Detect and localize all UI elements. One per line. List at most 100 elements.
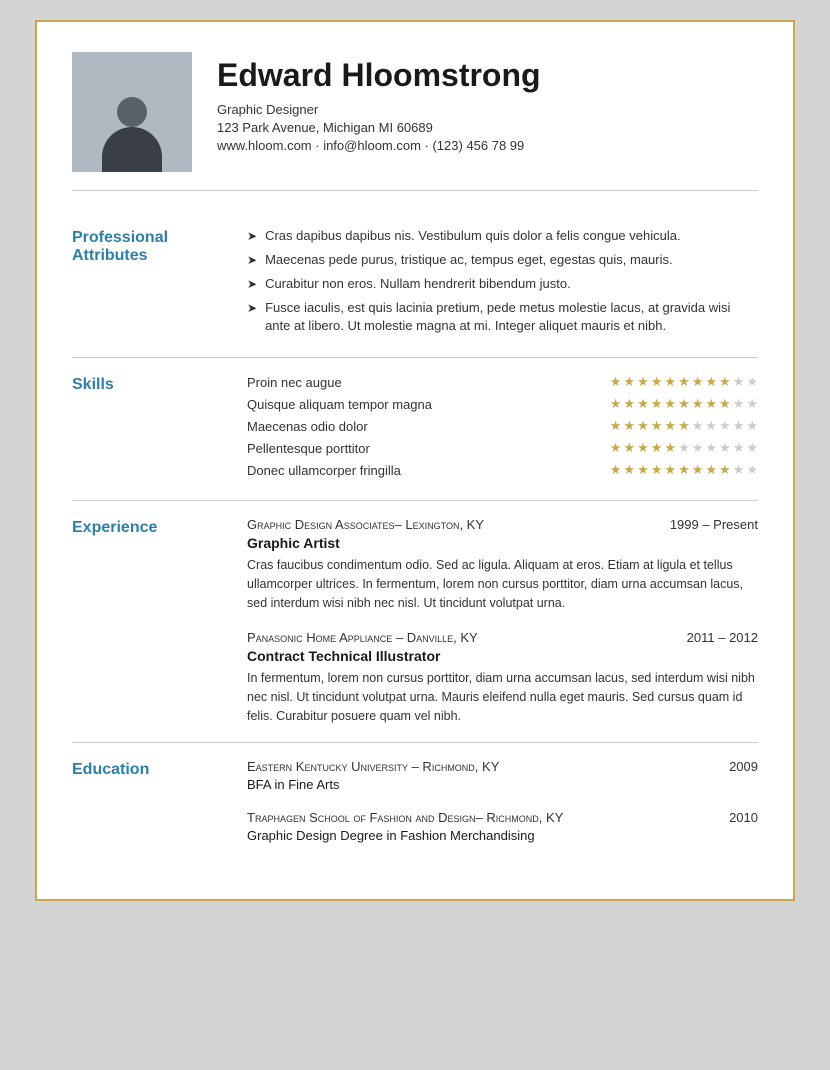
skill-row: Donec ullamcorper fringilla★★★★★★★★★★★: [247, 462, 758, 478]
skills-label: Skills: [72, 374, 227, 484]
empty-star-icon: ★: [733, 462, 745, 478]
candidate-name: Edward Hloomstrong: [217, 57, 758, 94]
skills-content: Proin nec augue★★★★★★★★★★★Quisque aliqua…: [247, 374, 758, 484]
filled-star-icon: ★: [678, 462, 690, 478]
edu-school: Traphagen School of Fashion and Design– …: [247, 810, 563, 825]
education-item: Eastern Kentucky University – Richmond, …: [247, 759, 758, 792]
bullet-icon: ➤: [247, 276, 257, 294]
exp-company: Panasonic Home Appliance – Danville, KY: [247, 630, 478, 645]
filled-star-icon: ★: [705, 374, 717, 390]
attribute-item: ➤Fusce iaculis, est quis lacinia pretium…: [247, 299, 758, 337]
filled-star-icon: ★: [705, 462, 717, 478]
header-section: Edward Hloomstrong Graphic Designer 123 …: [72, 52, 758, 191]
filled-star-icon: ★: [623, 374, 635, 390]
filled-star-icon: ★: [610, 440, 622, 456]
edu-school: Eastern Kentucky University – Richmond, …: [247, 759, 499, 774]
avatar: [72, 52, 192, 172]
filled-star-icon: ★: [637, 374, 649, 390]
filled-star-icon: ★: [651, 440, 663, 456]
skills-table: Proin nec augue★★★★★★★★★★★Quisque aliqua…: [247, 374, 758, 478]
filled-star-icon: ★: [637, 440, 649, 456]
edu-year: 2009: [729, 759, 758, 774]
filled-star-icon: ★: [651, 462, 663, 478]
skill-name: Quisque aliquam tempor magna: [247, 397, 610, 412]
edu-year: 2010: [729, 810, 758, 825]
filled-star-icon: ★: [719, 462, 731, 478]
skills-section: Skills Proin nec augue★★★★★★★★★★★Quisque…: [72, 358, 758, 501]
empty-star-icon: ★: [746, 418, 758, 434]
filled-star-icon: ★: [651, 374, 663, 390]
edu-degree: Graphic Design Degree in Fashion Merchan…: [247, 828, 758, 843]
empty-star-icon: ★: [719, 418, 731, 434]
edu-degree: BFA in Fine Arts: [247, 777, 758, 792]
filled-star-icon: ★: [637, 462, 649, 478]
filled-star-icon: ★: [623, 462, 635, 478]
skill-stars: ★★★★★★★★★★★: [610, 374, 758, 390]
empty-star-icon: ★: [733, 374, 745, 390]
candidate-address: 123 Park Avenue, Michigan MI 60689: [217, 120, 758, 135]
filled-star-icon: ★: [692, 396, 704, 412]
filled-star-icon: ★: [623, 396, 635, 412]
filled-star-icon: ★: [651, 396, 663, 412]
resume-page: Edward Hloomstrong Graphic Designer 123 …: [35, 20, 795, 901]
filled-star-icon: ★: [664, 396, 676, 412]
empty-star-icon: ★: [705, 440, 717, 456]
exp-description: Cras faucibus condimentum odio. Sed ac l…: [247, 556, 758, 612]
empty-star-icon: ★: [746, 440, 758, 456]
exp-company: Graphic Design Associates– Lexington, KY: [247, 517, 484, 532]
skill-name: Maecenas odio dolor: [247, 419, 610, 434]
filled-star-icon: ★: [610, 374, 622, 390]
skill-row: Pellentesque porttitor★★★★★★★★★★★: [247, 440, 758, 456]
candidate-title: Graphic Designer: [217, 102, 758, 117]
filled-star-icon: ★: [692, 374, 704, 390]
filled-star-icon: ★: [664, 440, 676, 456]
skill-stars: ★★★★★★★★★★★: [610, 418, 758, 434]
skill-stars: ★★★★★★★★★★★: [610, 396, 758, 412]
skill-name: Proin nec augue: [247, 375, 610, 390]
header-info: Edward Hloomstrong Graphic Designer 123 …: [217, 52, 758, 153]
filled-star-icon: ★: [664, 462, 676, 478]
skill-stars: ★★★★★★★★★★★: [610, 440, 758, 456]
education-label: Education: [72, 759, 227, 843]
skill-row: Quisque aliquam tempor magna★★★★★★★★★★★: [247, 396, 758, 412]
empty-star-icon: ★: [733, 418, 745, 434]
skill-name: Donec ullamcorper fringilla: [247, 463, 610, 478]
education-item: Traphagen School of Fashion and Design– …: [247, 810, 758, 843]
edu-header: Traphagen School of Fashion and Design– …: [247, 810, 758, 825]
skill-row: Maecenas odio dolor★★★★★★★★★★★: [247, 418, 758, 434]
exp-description: In fermentum, lorem non cursus porttitor…: [247, 669, 758, 725]
bullet-icon: ➤: [247, 252, 257, 270]
filled-star-icon: ★: [678, 374, 690, 390]
empty-star-icon: ★: [678, 440, 690, 456]
filled-star-icon: ★: [678, 396, 690, 412]
attribute-item: ➤Maecenas pede purus, tristique ac, temp…: [247, 251, 758, 270]
filled-star-icon: ★: [610, 396, 622, 412]
empty-star-icon: ★: [733, 396, 745, 412]
empty-star-icon: ★: [705, 418, 717, 434]
exp-header: Panasonic Home Appliance – Danville, KY …: [247, 630, 758, 645]
empty-star-icon: ★: [719, 440, 731, 456]
empty-star-icon: ★: [692, 440, 704, 456]
filled-star-icon: ★: [651, 418, 663, 434]
skill-row: Proin nec augue★★★★★★★★★★★: [247, 374, 758, 390]
attributes-list: ➤Cras dapibus dapibus nis. Vestibulum qu…: [247, 227, 758, 336]
filled-star-icon: ★: [610, 418, 622, 434]
exp-header: Graphic Design Associates– Lexington, KY…: [247, 517, 758, 532]
professional-attributes-content: ➤Cras dapibus dapibus nis. Vestibulum qu…: [247, 227, 758, 341]
education-section: Education Eastern Kentucky University – …: [72, 743, 758, 859]
experience-item: Panasonic Home Appliance – Danville, KY …: [247, 630, 758, 725]
experience-content: Graphic Design Associates– Lexington, KY…: [247, 517, 758, 726]
filled-star-icon: ★: [705, 396, 717, 412]
experience-label: Experience: [72, 517, 227, 726]
professional-attributes-section: Professional Attributes ➤Cras dapibus da…: [72, 211, 758, 358]
empty-star-icon: ★: [746, 374, 758, 390]
empty-star-icon: ★: [746, 396, 758, 412]
filled-star-icon: ★: [719, 374, 731, 390]
empty-star-icon: ★: [733, 440, 745, 456]
education-content: Eastern Kentucky University – Richmond, …: [247, 759, 758, 843]
filled-star-icon: ★: [623, 440, 635, 456]
filled-star-icon: ★: [692, 462, 704, 478]
skill-stars: ★★★★★★★★★★★: [610, 462, 758, 478]
filled-star-icon: ★: [719, 396, 731, 412]
professional-attributes-label: Professional Attributes: [72, 227, 227, 341]
